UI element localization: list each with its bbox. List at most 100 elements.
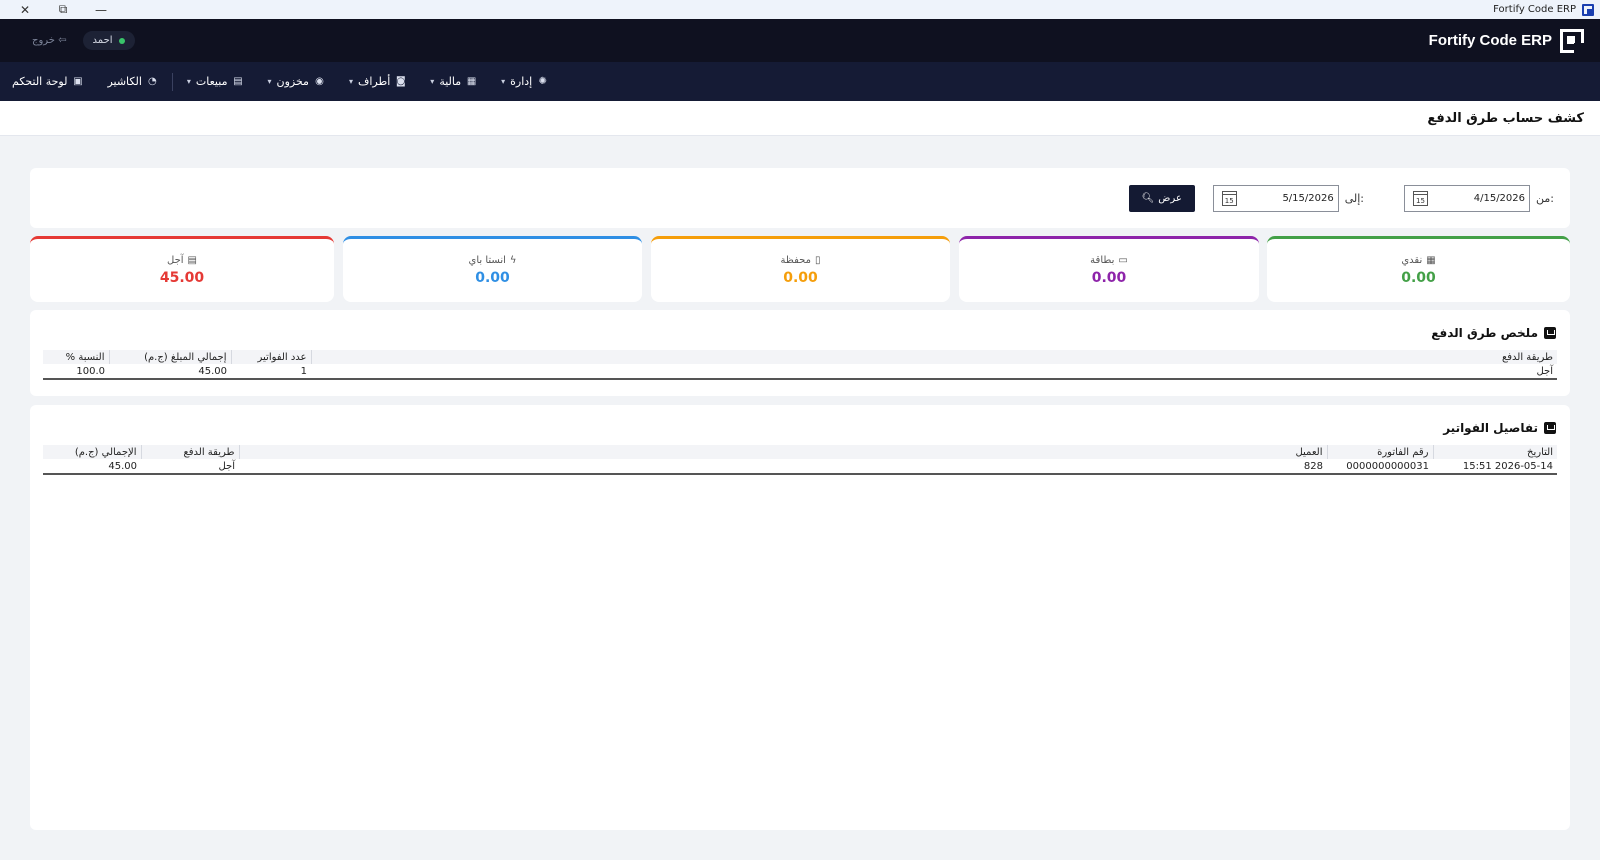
stat-label-text: نقدي — [1401, 255, 1423, 266]
credit-card-icon: ▭ — [1118, 255, 1128, 266]
online-status-icon — [118, 37, 125, 44]
column-header[interactable]: رقم الفاتورة — [1326, 445, 1433, 459]
window-controls: ✕ ⧉ — — [6, 0, 120, 19]
nav-item-sales[interactable]: ▤ مبيعات ▾ — [175, 62, 256, 101]
table-row[interactable]: آجل 1 45.00 100.0 — [43, 364, 1557, 379]
stat-card-credit: آجل ▤ 45.00 — [30, 236, 334, 302]
stat-label: محفظة ▯ — [781, 255, 821, 266]
to-date-label: إلى: — [1344, 191, 1365, 205]
table-cell: 100.0 — [76, 365, 105, 377]
table-cell: 0000000000031 — [1346, 460, 1429, 472]
table-cell: آجل — [1536, 365, 1553, 377]
from-date-picker[interactable]: 15 4/15/2026 — [1404, 184, 1531, 212]
app-header: خروج ⇦ احمد Fortify Code ERP — [0, 19, 1600, 62]
column-header[interactable]: طريقة الدفع — [310, 350, 1557, 364]
sales-icon: ▤ — [233, 76, 243, 87]
show-button-label: عرض — [1158, 192, 1182, 204]
panel-title: ملخص طرق الدفع — [1431, 326, 1556, 340]
nav-label: الكاشير — [107, 75, 142, 88]
nav-item-inventory[interactable]: ◉ مخزون ▾ — [255, 62, 336, 101]
column-header[interactable]: العميل — [238, 445, 1327, 459]
column-header[interactable]: التاريخ — [1432, 445, 1557, 459]
stat-label-text: محفظة — [780, 255, 811, 266]
stat-card-instapay: انستا باي ϟ 0.00 — [343, 236, 642, 302]
chevron-down-icon: ▾ — [267, 77, 272, 86]
stat-label-text: آجل — [167, 255, 184, 266]
stat-label: آجل ▤ — [167, 255, 197, 266]
from-date-label: من: — [1536, 191, 1554, 205]
inventory-icon: ◉ — [315, 76, 324, 87]
stat-card-cash: نقدي ▦ 0.00 — [1267, 236, 1570, 302]
column-header[interactable]: النسبة % — [43, 350, 109, 364]
chevron-down-icon: ▾ — [348, 77, 353, 86]
table-cell: 45.00 — [198, 365, 227, 377]
nav-item-dashboard[interactable]: ▣ لوحة التحكم — [0, 62, 95, 101]
document-icon — [1544, 422, 1556, 434]
close-icon[interactable]: ✕ — [6, 0, 44, 19]
window-title-area: Fortify Code ERP — [1493, 3, 1594, 16]
nav-label: إدارة — [510, 75, 533, 88]
column-header[interactable]: عدد الفواتير — [230, 350, 311, 364]
cashier-icon: ◔ — [148, 76, 157, 87]
nav-item-admin[interactable]: ✺ إدارة ▾ — [489, 62, 560, 101]
stat-value: 0.00 — [783, 270, 818, 286]
stat-label: بطاقة ▭ — [1090, 255, 1128, 266]
date-filter-card: 🔍︎ عرض 15 5/15/2026 إلى: 15 4/15/2026 من… — [30, 168, 1570, 228]
nav-item-cashier[interactable]: ◔ الكاشير — [95, 62, 169, 101]
panel-title-text: ملخص طرق الدفع — [1431, 326, 1538, 340]
to-date-picker[interactable]: 15 5/15/2026 — [1212, 184, 1339, 212]
app-logo-icon — [1582, 3, 1594, 16]
to-date-value: 5/15/2026 — [1282, 192, 1334, 204]
dashboard-icon: ▣ — [73, 76, 83, 87]
column-header[interactable]: الإجمالي (ج.م) — [43, 445, 141, 459]
user-badge[interactable]: احمد — [82, 31, 135, 50]
nav-label: مخزون — [276, 75, 309, 88]
chevron-down-icon: ▾ — [186, 77, 191, 86]
wallet-icon: ▯ — [814, 255, 821, 266]
main-nav: ▣ لوحة التحكم ◔ الكاشير ▤ مبيعات ▾ ◉ مخز… — [0, 62, 1600, 101]
invoice-details-panel: تفاصيل الفواتير التاريخ رقم الفاتورة الع… — [30, 405, 1570, 830]
calendar-icon[interactable]: 15 — [1221, 190, 1237, 206]
inbox-icon — [1544, 327, 1556, 339]
window-titlebar: ✕ ⧉ — Fortify Code ERP — [0, 0, 1600, 19]
logout-button[interactable]: خروج ⇦ — [24, 31, 75, 50]
stat-label: نقدي ▦ — [1401, 255, 1435, 266]
nav-label: أطراف — [357, 75, 391, 88]
logout-label: خروج ⇦ — [32, 35, 67, 46]
column-header[interactable]: إجمالي المبلغ (ج.م) — [108, 350, 231, 364]
column-header[interactable]: طريقة الدفع — [140, 445, 239, 459]
stat-value: 0.00 — [1091, 270, 1127, 286]
stat-label: انستا باي ϟ — [469, 255, 517, 266]
brand-name: Fortify Code ERP — [1428, 32, 1552, 49]
nav-item-finance[interactable]: ▦ مالية ▾ — [418, 62, 489, 101]
calendar-icon[interactable]: 15 — [1413, 190, 1429, 206]
parties-icon: ◙ — [395, 76, 406, 87]
summary-table: طريقة الدفع عدد الفواتير إجمالي المبلغ (… — [43, 350, 1557, 380]
restore-icon[interactable]: ⧉ — [44, 0, 82, 19]
show-button[interactable]: 🔍︎ عرض — [1128, 184, 1195, 212]
page-title-bar: كشف حساب طرق الدفع — [0, 101, 1600, 136]
user-name: احمد — [92, 35, 113, 46]
stat-card-wallet: محفظة ▯ 0.00 — [651, 236, 950, 302]
table-row[interactable]: 2026-05-14 15:51 0000000000031 828 آجل 4… — [43, 459, 1557, 474]
nav-item-parties[interactable]: ◙ أطراف ▾ — [337, 62, 418, 101]
table-cell: 2026-05-14 15:51 — [1462, 460, 1553, 472]
stat-label-text: بطاقة — [1090, 255, 1115, 266]
page-title: كشف حساب طرق الدفع — [1427, 110, 1584, 126]
stat-value: 45.00 — [159, 270, 205, 286]
window-title: Fortify Code ERP — [1493, 4, 1576, 15]
cash-icon: ▦ — [1426, 255, 1436, 266]
finance-icon: ▦ — [466, 76, 477, 87]
panel-title: تفاصيل الفواتير — [1443, 421, 1556, 435]
brand-logo-icon — [1560, 28, 1584, 53]
nav-label: مالية — [439, 75, 462, 88]
details-table: التاريخ رقم الفاتورة العميل طريقة الدفع … — [43, 445, 1557, 475]
user-area: خروج ⇦ احمد — [24, 31, 135, 50]
stat-value: 0.00 — [475, 270, 510, 286]
minimize-icon[interactable]: — — [82, 0, 120, 19]
table-cell: 45.00 — [108, 460, 137, 472]
search-icon: 🔍︎ — [1141, 192, 1155, 204]
admin-icon: ✺ — [538, 76, 547, 87]
table-cell: آجل — [218, 460, 235, 472]
nav-label: لوحة التحكم — [12, 75, 68, 88]
